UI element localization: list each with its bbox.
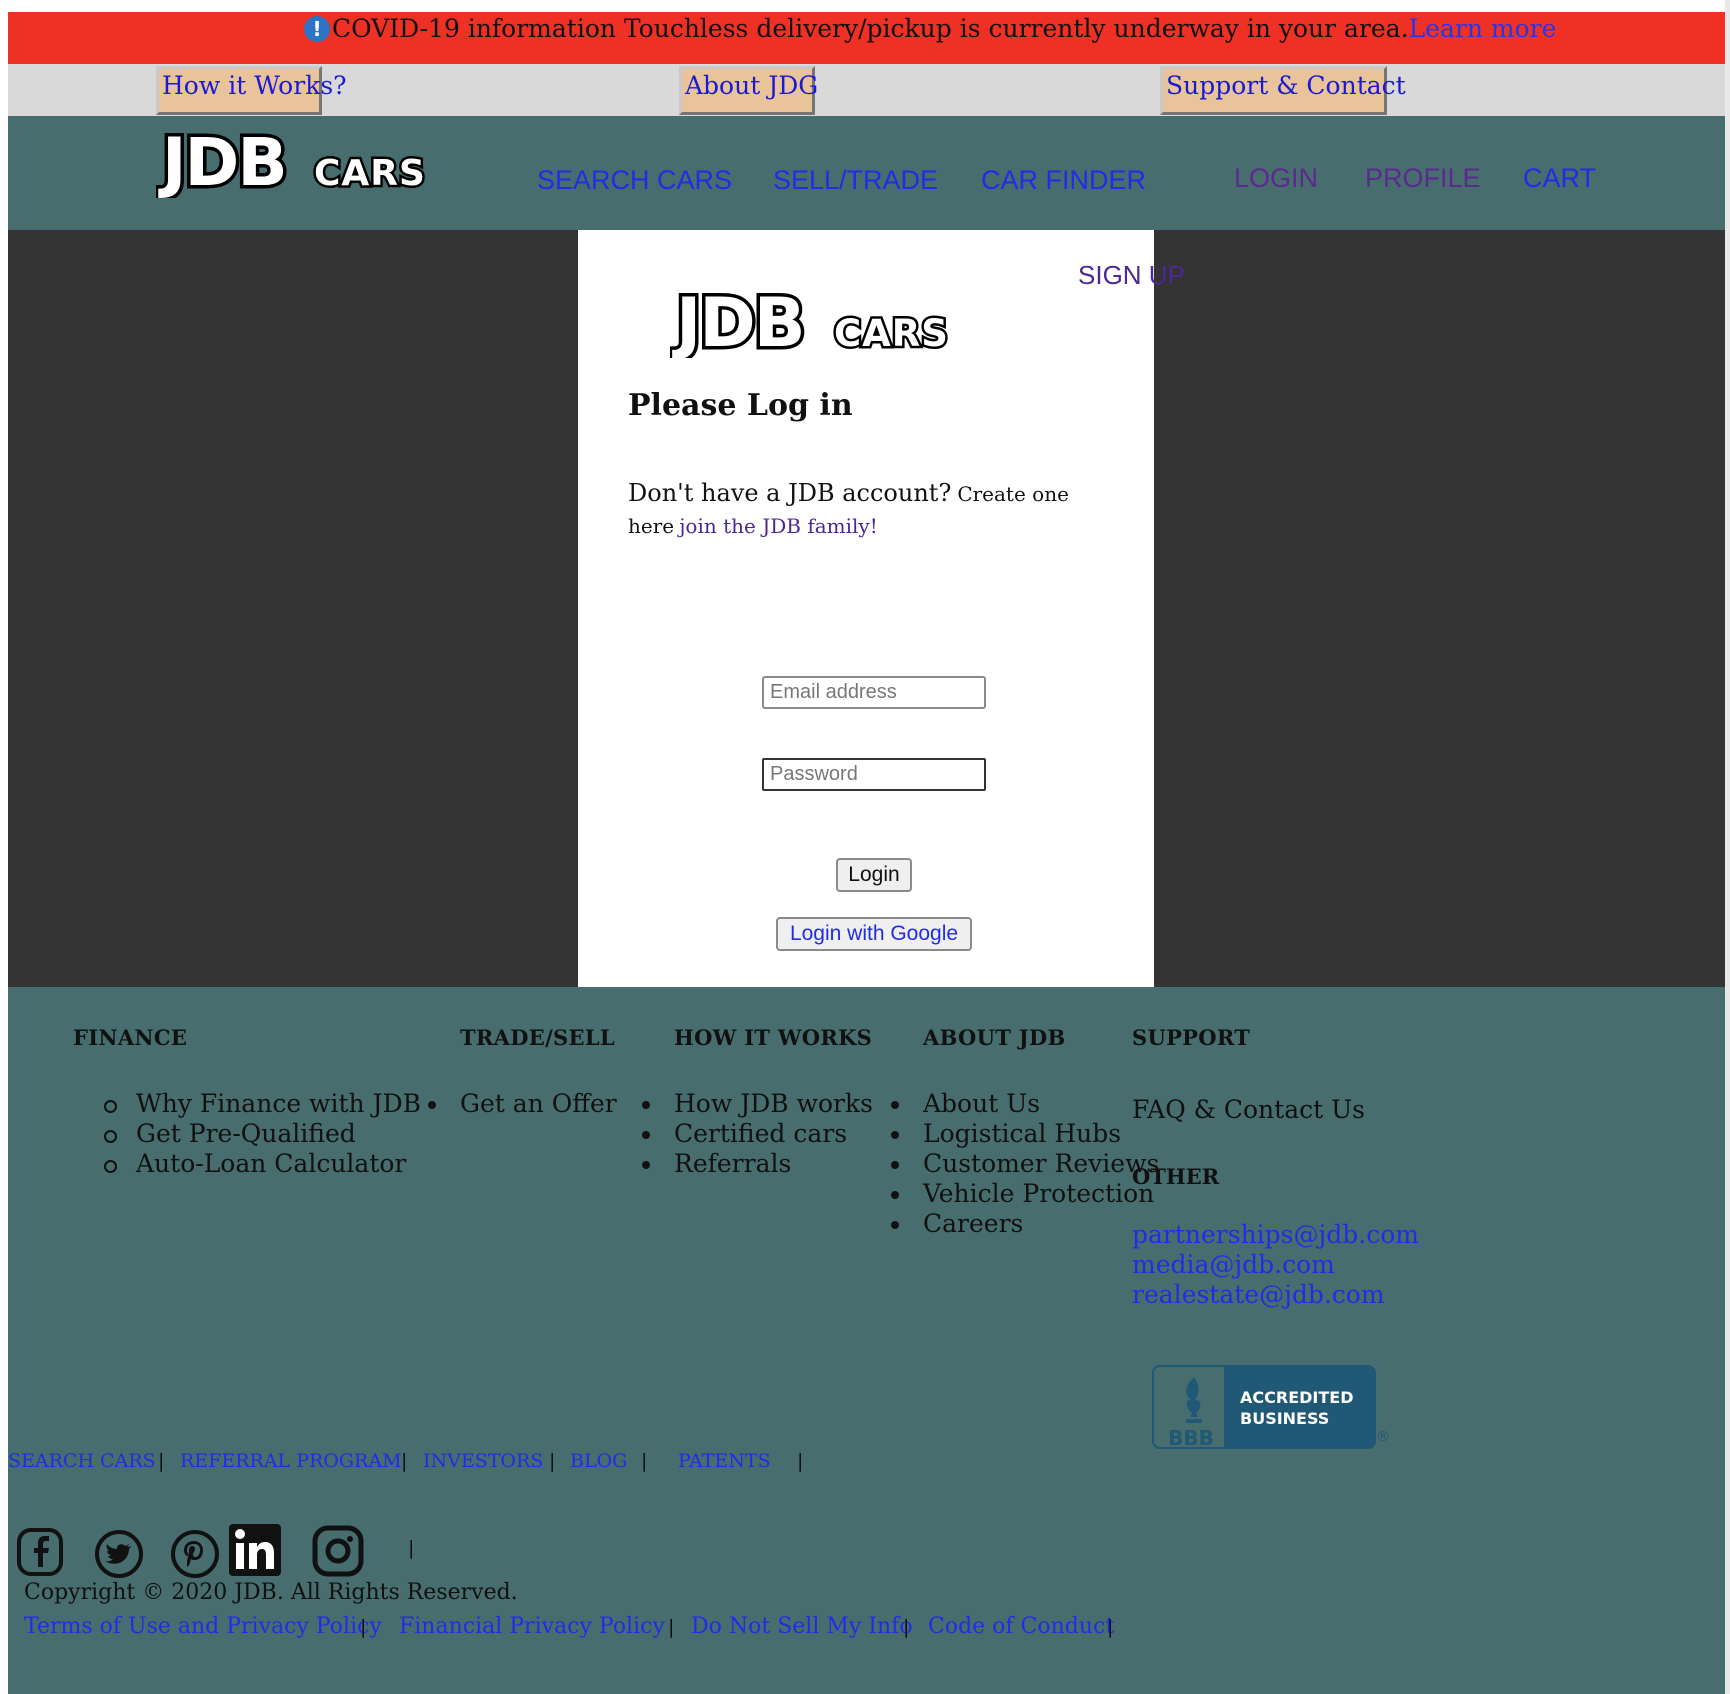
footer-link-get-offer[interactable]: Get an Offer: [428, 1089, 617, 1119]
how-it-works-button[interactable]: How it Works?: [156, 66, 347, 115]
pinterest-icon[interactable]: [170, 1529, 220, 1579]
about-jdb-heading: ABOUT JDB: [923, 1025, 1066, 1050]
sign-up-link[interactable]: SIGN UP: [1078, 260, 1185, 291]
support-heading: SUPPORT: [1132, 1025, 1251, 1050]
footer-link-customer-reviews[interactable]: Customer Reviews: [890, 1149, 1159, 1179]
footer-link-careers[interactable]: Careers: [890, 1209, 1159, 1239]
footer-link-why-finance[interactable]: Why Finance with JDB: [104, 1089, 421, 1119]
covid-banner: ! COVID-19 information Touchless delivery…: [8, 12, 1725, 64]
footer-link-referrals[interactable]: Referrals: [642, 1149, 873, 1179]
window-edge: [1725, 0, 1730, 1694]
facebook-icon[interactable]: [16, 1527, 64, 1577]
covid-text: COVID-19 information Touchless delivery/…: [332, 14, 1409, 43]
footer-link-loan-calculator[interactable]: Auto-Loan Calculator: [104, 1149, 421, 1179]
footer-link-vehicle-protection[interactable]: Vehicle Protection: [890, 1179, 1159, 1209]
alert-icon: !: [304, 15, 330, 42]
separator: |: [158, 1450, 165, 1472]
about-jdg-button[interactable]: About JDG: [679, 66, 818, 115]
nav-search-cars[interactable]: SEARCH CARS: [537, 165, 732, 196]
page: ! COVID-19 information Touchless delivery…: [8, 12, 1725, 1694]
site-header: JDB CARS SEARCH CARS SELL/TRADE CAR FIND…: [8, 116, 1725, 230]
footer-link-pre-qualified[interactable]: Get Pre-Qualified: [104, 1119, 421, 1149]
separator: |: [641, 1450, 648, 1472]
legal-link-code-of-conduct[interactable]: Code of Conduct: [928, 1614, 1114, 1639]
footer-link-faq-contact[interactable]: FAQ & Contact Us: [1132, 1095, 1365, 1124]
logo-cars-text: CARS: [314, 153, 426, 194]
account-question: Don't have a JDB account?: [628, 479, 952, 507]
trade-sell-heading: TRADE/SELL: [460, 1025, 615, 1050]
finance-list: Why Finance with JDB Get Pre-Qualified A…: [104, 1089, 421, 1179]
nav-login[interactable]: LOGIN: [1234, 163, 1318, 194]
other-heading: OTHER: [1132, 1164, 1220, 1189]
bottom-link-search-cars[interactable]: SEARCH CARS: [8, 1450, 156, 1472]
bbb-line-accredited: ACCREDITED: [1240, 1388, 1354, 1407]
twitter-icon[interactable]: [94, 1529, 144, 1579]
login-logo-jdb-text: JDB: [672, 284, 804, 358]
quick-nav: How it Works? About JDG Support & Contac…: [8, 64, 1725, 116]
bottom-link-blog[interactable]: BLOG: [570, 1450, 627, 1472]
finance-heading: FINANCE: [73, 1025, 188, 1050]
bottom-link-patents[interactable]: PATENTS: [678, 1450, 771, 1472]
login-with-google-button[interactable]: Login with Google: [776, 917, 972, 951]
about-list: About Us Logistical Hubs Customer Review…: [890, 1089, 1159, 1239]
registered-mark: ®: [1376, 1429, 1390, 1445]
legal-link-do-not-sell[interactable]: Do Not Sell My Info: [691, 1614, 913, 1639]
footer-link-about-us[interactable]: About Us: [890, 1089, 1159, 1119]
separator: |: [401, 1450, 408, 1472]
how-it-works-heading: HOW IT WORKS: [674, 1025, 873, 1050]
separator: |: [408, 1537, 415, 1559]
bbb-mark-text: BBB: [1168, 1426, 1214, 1449]
linkedin-icon[interactable]: [228, 1523, 282, 1577]
nav-cart[interactable]: CART: [1523, 163, 1596, 194]
legal-link-financial-privacy[interactable]: Financial Privacy Policy: [399, 1614, 665, 1639]
email-media-link[interactable]: media@jdb.com: [1132, 1250, 1335, 1279]
learn-more-link[interactable]: Learn more: [1409, 14, 1557, 43]
create-one-text: Create one: [957, 482, 1069, 506]
covid-message: ! COVID-19 information Touchless delivery…: [304, 14, 1556, 44]
instagram-icon[interactable]: [312, 1525, 364, 1577]
login-button[interactable]: Login: [836, 858, 912, 892]
login-logo: JDB CARS: [670, 281, 950, 359]
separator: |: [360, 1616, 367, 1638]
logo-jdb-text: JDB: [158, 124, 286, 198]
footer-link-how-jdb-works[interactable]: How JDB works: [642, 1089, 873, 1119]
nav-sell-trade[interactable]: SELL/TRADE: [773, 165, 938, 196]
footer-link-logistical-hubs[interactable]: Logistical Hubs: [890, 1119, 1159, 1149]
site-footer: FINANCE TRADE/SELL HOW IT WORKS ABOUT JD…: [8, 987, 1725, 1694]
bbb-text: ACCREDITED BUSINESS: [1240, 1387, 1353, 1429]
bottom-link-investors[interactable]: INVESTORS: [423, 1450, 543, 1472]
nav-car-finder[interactable]: CAR FINDER: [981, 165, 1146, 196]
separator: |: [797, 1450, 804, 1472]
account-prompt: Don't have a JDB account? Create one here…: [628, 478, 1098, 543]
separator: |: [903, 1616, 910, 1638]
footer-link-certified-cars[interactable]: Certified cars: [642, 1119, 873, 1149]
here-text: here: [628, 514, 675, 538]
separator: |: [1107, 1616, 1114, 1638]
main-content: JDB CARS Please Log in Don't have a JDB …: [8, 230, 1725, 987]
jdb-logo[interactable]: JDB CARS: [156, 118, 456, 199]
legal-link-terms-privacy[interactable]: Terms of Use and Privacy Policy: [24, 1614, 382, 1639]
email-partnerships-link[interactable]: partnerships@jdb.com: [1132, 1220, 1419, 1249]
trade-list: Get an Offer: [428, 1089, 617, 1119]
copyright-text: Copyright © 2020 JDB. All Rights Reserve…: [24, 1580, 518, 1605]
bbb-line-business: BUSINESS: [1240, 1409, 1330, 1428]
bbb-seal: BBB: [1152, 1365, 1226, 1449]
join-family-link[interactable]: join the JDB family!: [679, 514, 878, 538]
email-realestate-link[interactable]: realestate@jdb.com: [1132, 1280, 1385, 1309]
page-title: Please Log in: [628, 388, 853, 423]
separator: |: [668, 1616, 675, 1638]
how-list: How JDB works Certified cars Referrals: [642, 1089, 873, 1179]
nav-profile[interactable]: PROFILE: [1365, 163, 1481, 194]
login-card: JDB CARS Please Log in Don't have a JDB …: [578, 230, 1154, 987]
login-logo-cars-text: CARS: [834, 312, 949, 355]
bbb-accredited-badge[interactable]: BBB ACCREDITED BUSINESS: [1152, 1365, 1376, 1449]
email-field[interactable]: [762, 676, 986, 709]
support-contact-button[interactable]: Support & Contact: [1160, 66, 1406, 115]
separator: |: [549, 1450, 556, 1472]
bottom-link-referral-program[interactable]: REFERRAL PROGRAM: [180, 1450, 402, 1472]
password-field[interactable]: [762, 758, 986, 791]
bbb-torch-icon: BBB: [1168, 1377, 1214, 1449]
